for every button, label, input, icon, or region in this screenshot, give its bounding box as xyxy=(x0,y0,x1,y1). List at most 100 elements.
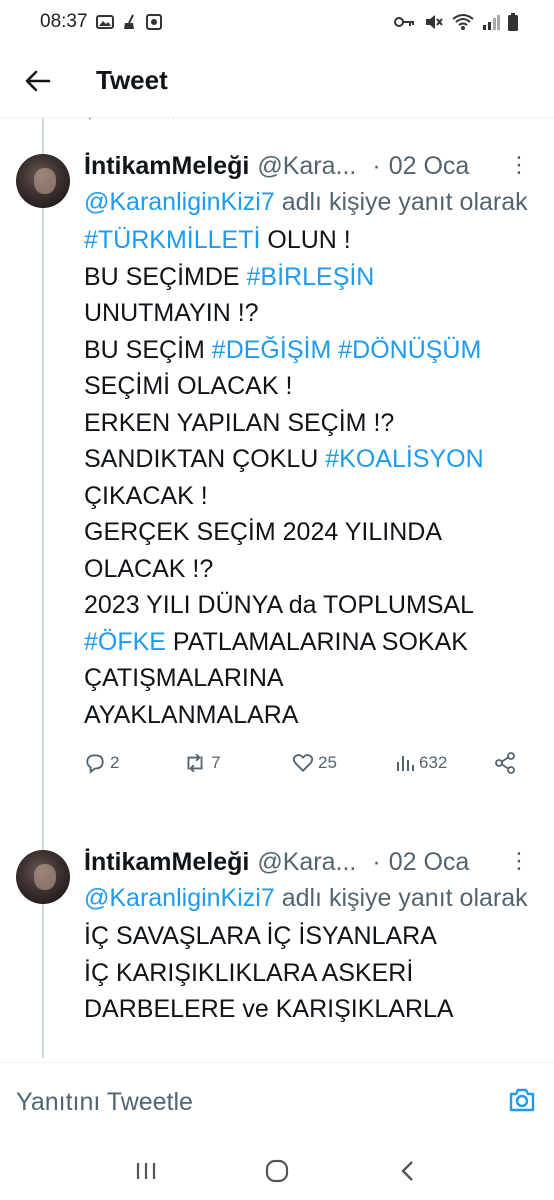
square-notification-icon xyxy=(145,14,162,30)
home-button[interactable] xyxy=(257,1151,297,1191)
reply-context: @KaranliginKizi7 adlı kişiye yanıt olara… xyxy=(84,880,534,916)
text-segment: OLACAK !? xyxy=(84,554,214,583)
tweet-date[interactable]: 02 Oca xyxy=(389,148,470,184)
tweet-text-line: ÇATIŞMALARINA xyxy=(84,660,534,697)
tweet-text: #TÜRKMİLLETİ OLUN ! BU SEÇİMDE #BİRLEŞİN U… xyxy=(84,222,534,733)
separator-dot: · xyxy=(372,152,381,180)
text-segment: İÇ KARIŞIKLIKLARA ASKERİ xyxy=(84,958,414,987)
status-bar: 08:37 xyxy=(0,0,554,44)
tweet-author-row: İntikamMeleği @Kara... · 02 Oca xyxy=(84,148,534,184)
text-segment: UNUTMAYIN !? xyxy=(84,299,259,327)
tweet-text-line: OLACAK !? xyxy=(84,551,534,588)
hashtag-link[interactable]: #TÜRKMİLLETİ xyxy=(84,226,260,254)
author-handle[interactable]: @Kara... xyxy=(257,148,356,184)
text-segment: İÇ SAVAŞLARA İÇ İSYANLARA xyxy=(84,922,437,950)
home-circle-icon xyxy=(265,1159,289,1183)
tweet-text-line: İÇ SAVAŞLARA İÇ İSYANLARA xyxy=(84,918,534,955)
text-segment: SANDIKTAN ÇOKLU xyxy=(84,445,326,473)
author-handle[interactable]: @Kara... xyxy=(257,844,356,880)
retweet-icon xyxy=(187,753,203,773)
text-segment: ERKEN YAPILAN SEÇİM !? xyxy=(84,408,395,437)
tweet-actions: 2 7 25 632 xyxy=(84,745,534,781)
tweet-text-line: ÇIKACAK ! xyxy=(84,478,534,515)
status-left-icons xyxy=(95,14,162,30)
wifi-icon xyxy=(452,14,474,30)
tweet-text-line: UNUTMAYIN !? xyxy=(84,295,534,332)
back-button[interactable] xyxy=(18,61,58,101)
camera-icon xyxy=(509,1088,535,1112)
recent-apps-icon xyxy=(136,1163,155,1179)
tweet-text-line: #ÖFKE PATLAMALARINA SOKAK xyxy=(84,624,534,661)
author-name[interactable]: İntikamMeleği xyxy=(84,844,249,880)
more-options-icon[interactable]: ⋮ xyxy=(508,154,530,176)
text-segment: ÇIKACAK ! xyxy=(84,481,208,510)
tweet-body: İntikamMeleği @Kara... · 02 Oca ⋮ @Karan… xyxy=(84,844,534,1028)
share-button[interactable] xyxy=(494,752,516,774)
text-segment: AYAKLANMALARA xyxy=(84,700,299,729)
tweet-text-line: BU SEÇİM #DEĞİŞİM #DÖNÜŞÜM xyxy=(84,332,534,369)
text-segment: 2023 YILI DÜNYA da TOPLUMSAL xyxy=(84,591,475,619)
reply-mention-link[interactable]: @KaranliginKizi7 xyxy=(84,884,275,912)
retweet-button[interactable]: 7 xyxy=(183,752,292,774)
text-segment: OLUN ! xyxy=(260,226,351,254)
recent-apps-button[interactable] xyxy=(126,1151,166,1191)
text-segment: ÇATIŞMALARINA xyxy=(84,664,284,692)
image-icon xyxy=(95,15,114,29)
reply-input-placeholder[interactable]: Yanıtını Tweetle xyxy=(16,1088,193,1117)
arrow-left-icon xyxy=(25,70,51,91)
views-button[interactable]: 632 xyxy=(395,753,494,773)
author-name[interactable]: İntikamMeleği xyxy=(84,148,249,184)
avatar[interactable] xyxy=(16,154,70,208)
system-navigation-bar xyxy=(0,1142,554,1200)
more-options-icon[interactable]: ⋮ xyxy=(508,850,530,872)
tweet-text: İÇ SAVAŞLARA İÇ İSYANLARA İÇ KARIŞIKLIKLA… xyxy=(84,918,534,1028)
text-segment: PATLAMALARINA SOKAK xyxy=(165,627,468,656)
tweet-text-line: #TÜRKMİLLETİ OLUN ! xyxy=(84,222,534,259)
tweet-text-line: 2023 YILI DÜNYA da TOPLUMSAL xyxy=(84,587,534,624)
tweet-text-line: SEÇİMİ OLACAK ! xyxy=(84,368,534,405)
back-chevron-icon xyxy=(401,1161,414,1181)
reply-context-text: adlı kişiye yanıt olarak xyxy=(274,884,528,912)
hashtag-link[interactable]: #DÖNÜŞÜM xyxy=(338,336,481,364)
tweet-text-line: GERÇEK SEÇİM 2024 YILINDA xyxy=(84,514,534,551)
text-segment: BU SEÇİM xyxy=(84,335,212,364)
share-icon xyxy=(495,752,515,774)
status-right-icons xyxy=(394,13,518,31)
tweet-text-line: BU SEÇİMDE #BİRLEŞİN xyxy=(84,259,534,296)
status-time: 08:37 xyxy=(40,11,88,32)
camera-button[interactable] xyxy=(508,1087,536,1118)
text-segment: GERÇEK SEÇİM 2024 YILINDA xyxy=(84,518,443,546)
reply-composer[interactable]: Yanıtını Tweetle xyxy=(0,1062,554,1142)
reply-context-text: adlı kişiye yanıt olarak xyxy=(274,188,528,216)
reply-count: 2 xyxy=(110,753,120,772)
back-button-system[interactable] xyxy=(388,1151,428,1191)
like-button[interactable]: 25 xyxy=(292,752,395,774)
separator-dot: · xyxy=(372,848,381,876)
views-icon xyxy=(396,756,414,771)
text-segment: BU SEÇİMDE xyxy=(84,262,247,291)
reply-mention-link[interactable]: @KaranliginKizi7 xyxy=(84,188,275,216)
tweet-text-line: SANDIKTAN ÇOKLU #KOALİSYON xyxy=(84,441,534,478)
tweet-body: İntikamMeleği @Kara... · 02 Oca ⋮ @Karan… xyxy=(84,148,534,781)
like-count: 25 xyxy=(318,753,337,772)
key-icon xyxy=(394,17,414,27)
text-segment: SEÇİMİ OLACAK ! xyxy=(84,372,293,400)
view-count: 632 xyxy=(418,753,448,772)
tweet-date[interactable]: 02 Oca xyxy=(389,844,470,880)
avatar[interactable] xyxy=(16,850,70,904)
hashtag-link[interactable]: #BİRLEŞİN xyxy=(247,263,375,291)
hashtag-link[interactable]: #DEĞİŞİM xyxy=(212,336,331,364)
hashtag-link[interactable]: #KOALİSYON xyxy=(325,445,483,473)
tweet-text-line: İÇ KARIŞIKLIKLARA ASKERİ xyxy=(84,955,534,992)
tweet-header: Tweet xyxy=(0,44,554,118)
tweet-text-line: ERKEN YAPILAN SEÇİM !? xyxy=(84,405,534,442)
broom-icon xyxy=(123,14,134,29)
reply-context: @KaranliginKizi7 adlı kişiye yanıt olara… xyxy=(84,184,534,220)
page-title: Tweet xyxy=(96,65,168,95)
hashtag-link[interactable]: #ÖFKE xyxy=(84,628,166,656)
signal-icon xyxy=(483,15,500,30)
tweet-author-row: İntikamMeleği @Kara... · 02 Oca xyxy=(84,844,534,880)
battery-icon xyxy=(508,13,518,31)
tweet-text-line: DARBELERE ve KARIŞIKLARLA xyxy=(84,991,534,1028)
reply-button[interactable]: 2 xyxy=(84,752,173,774)
